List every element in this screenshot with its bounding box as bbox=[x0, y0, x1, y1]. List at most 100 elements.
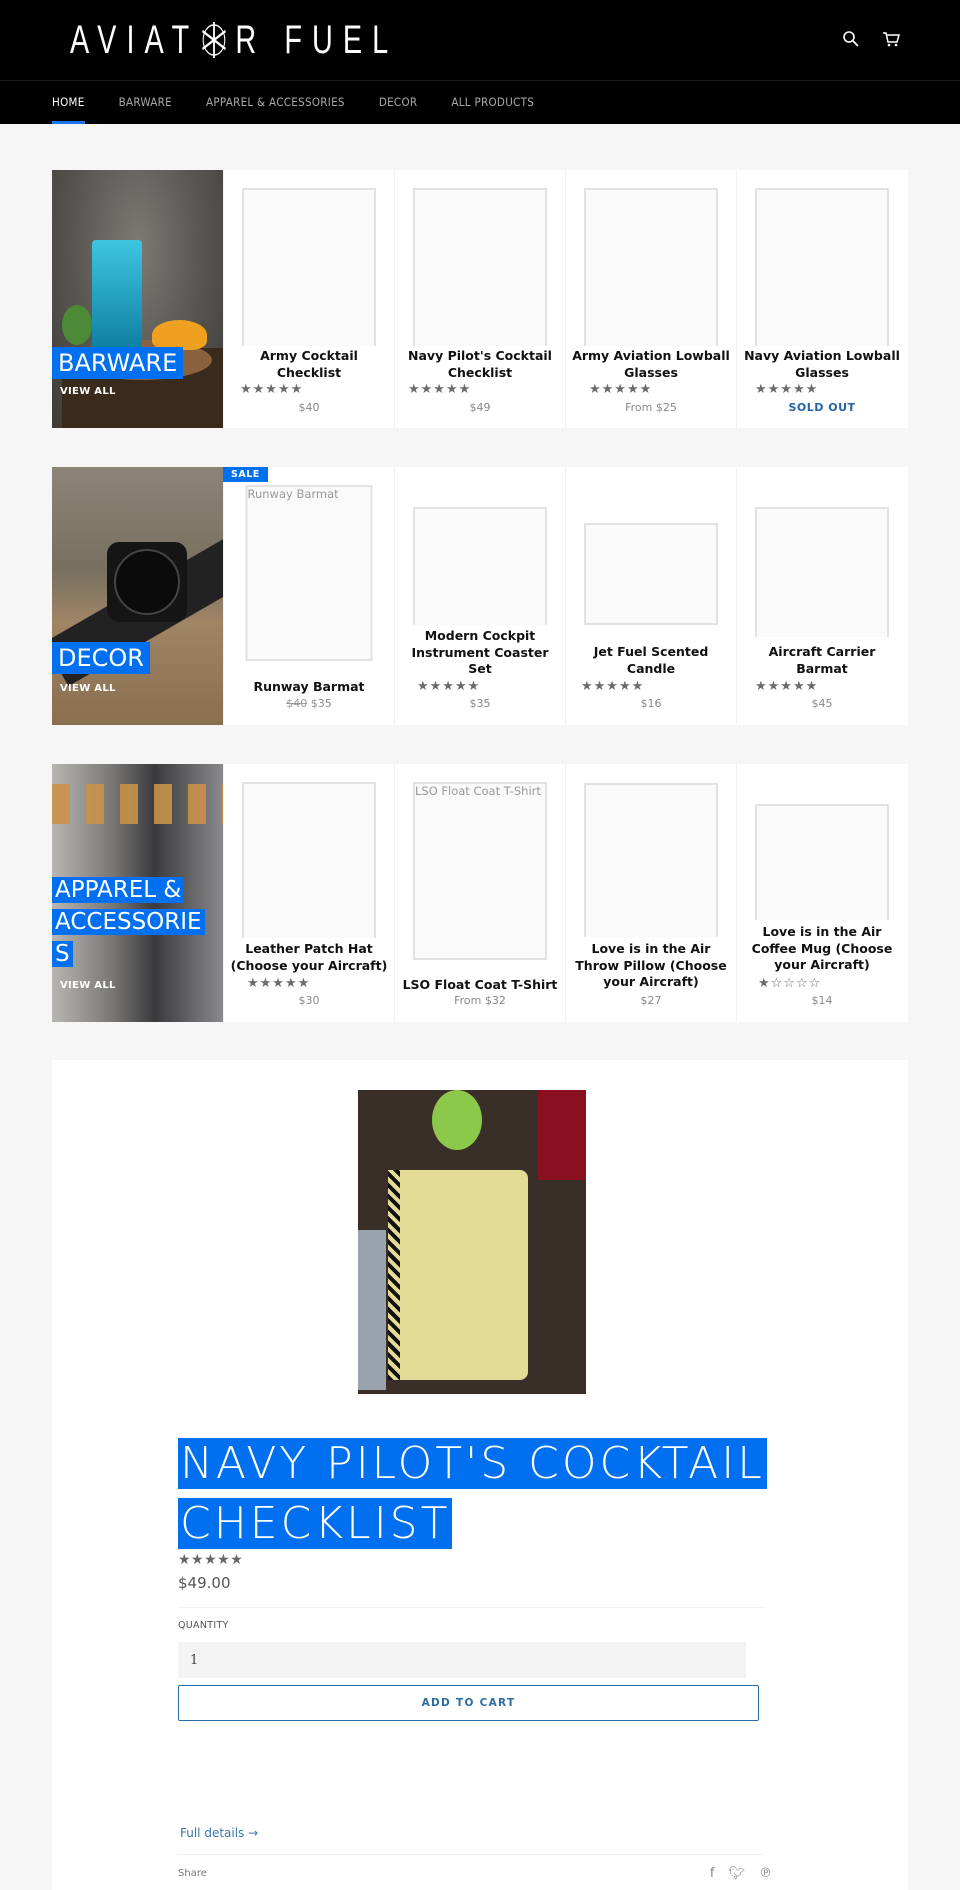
view-all-link[interactable]: VIEW ALL bbox=[60, 386, 116, 397]
product-card[interactable]: Love is in the Air Coffee Mug (Choose yo… bbox=[736, 764, 907, 1022]
product-image[interactable]: LSO Float Coat T-Shirt bbox=[413, 782, 547, 960]
collection-row-barware: BARWARE VIEW ALL Army Cocktail Checklist… bbox=[52, 170, 908, 428]
add-to-cart-button[interactable]: ADD TO CART bbox=[178, 1685, 759, 1721]
product-name[interactable]: Army Cocktail Checklist bbox=[228, 348, 390, 381]
product-title-text: NAVY PILOT'S COCKTAIL CHECKLIST bbox=[178, 1438, 767, 1549]
product-name[interactable]: Modern Cockpit Instrument Coaster Set bbox=[399, 628, 561, 678]
star-rating: ★★★★★ bbox=[247, 976, 311, 991]
product-price: From $32 bbox=[454, 994, 506, 1007]
product-image[interactable]: Runway Barmat bbox=[245, 485, 373, 661]
view-all-link[interactable]: VIEW ALL bbox=[60, 980, 116, 991]
product-image[interactable] bbox=[584, 783, 718, 937]
collection-feature-barware[interactable]: BARWARE VIEW ALL bbox=[52, 170, 223, 428]
product-price: $40 bbox=[298, 401, 320, 414]
collection-feature-decor[interactable]: DECOR VIEW ALL bbox=[52, 467, 223, 725]
product-price: $45 bbox=[811, 697, 833, 710]
collection-title-text: APPAREL & ACCESSORIES bbox=[52, 877, 205, 967]
product-card[interactable]: Army Cocktail Checklist ★★★★★ $40 bbox=[223, 170, 394, 428]
product-card[interactable]: Navy Pilot's Cocktail Checklist ★★★★★ $4… bbox=[394, 170, 565, 428]
facebook-icon[interactable]: f bbox=[710, 1866, 715, 1881]
product-card[interactable]: Modern Cockpit Instrument Coaster Set ★★… bbox=[394, 467, 565, 725]
product-price: $35 bbox=[469, 697, 491, 710]
product-card[interactable]: Jet Fuel Scented Candle ★★★★★ $16 bbox=[565, 467, 736, 725]
product-image[interactable] bbox=[413, 507, 547, 625]
search-icon[interactable] bbox=[842, 30, 860, 48]
sale-badge: SALE bbox=[223, 467, 268, 482]
collection-title[interactable]: APPAREL & ACCESSORIES bbox=[52, 874, 205, 970]
nav-item-home[interactable]: HOME bbox=[52, 80, 85, 124]
product-price: $14 bbox=[811, 994, 833, 1007]
cart-icon[interactable] bbox=[882, 30, 900, 48]
product-name[interactable]: LSO Float Coat T-Shirt bbox=[399, 977, 561, 994]
site-header: AVIAT R FUEL HOME BARWARE APPAREL & ACCES… bbox=[0, 0, 960, 124]
star-rating: ★★★★★ bbox=[755, 679, 819, 694]
quantity-label: QUANTITY bbox=[178, 1620, 229, 1631]
star-rating: ★★★★★ bbox=[178, 1552, 244, 1568]
divider bbox=[178, 1607, 764, 1608]
product-name[interactable]: Army Aviation Lowball Glasses bbox=[570, 348, 732, 381]
full-details-link[interactable]: Full details → bbox=[180, 1826, 258, 1840]
product-card[interactable]: LSO Float Coat T-Shirt LSO Float Coat T-… bbox=[394, 764, 565, 1022]
twitter-icon[interactable]: 🐦︎ bbox=[728, 1866, 745, 1881]
product-price: $40 $35 bbox=[224, 697, 394, 710]
collection-title[interactable]: DECOR bbox=[52, 642, 150, 674]
product-image[interactable] bbox=[413, 188, 547, 346]
product-image[interactable] bbox=[755, 188, 889, 346]
product-name[interactable]: Love is in the Air Throw Pillow (Choose … bbox=[570, 941, 732, 991]
logo-text-left: AVIAT bbox=[70, 17, 200, 62]
product-name[interactable]: Aircraft Carrier Barmat bbox=[741, 644, 903, 677]
sold-out-label: SOLD OUT bbox=[788, 401, 856, 414]
site-logo[interactable]: AVIAT R FUEL bbox=[70, 18, 398, 62]
quantity-input[interactable] bbox=[178, 1642, 746, 1678]
nav-item-decor[interactable]: DECOR bbox=[379, 80, 418, 124]
product-price: $27 bbox=[640, 994, 662, 1007]
main-nav: HOME BARWARE APPAREL & ACCESSORIES DECOR… bbox=[52, 80, 534, 124]
social-share: f 🐦︎ ℗ bbox=[710, 1866, 772, 1881]
product-name[interactable]: Love is in the Air Coffee Mug (Choose yo… bbox=[741, 924, 903, 974]
product-card[interactable]: Leather Patch Hat (Choose your Aircraft)… bbox=[223, 764, 394, 1022]
product-name[interactable]: Runway Barmat bbox=[228, 679, 390, 696]
compare-price: $40 bbox=[286, 697, 308, 710]
product-card[interactable]: SALE Runway Barmat Runway Barmat $40 $35 bbox=[223, 467, 394, 725]
logo-text-right: R FUEL bbox=[235, 17, 399, 62]
product-title: NAVY PILOT'S COCKTAIL CHECKLIST bbox=[178, 1434, 778, 1554]
product-card[interactable]: Navy Aviation Lowball Glasses ★★★★★ SOLD… bbox=[736, 170, 907, 428]
nav-item-apparel-accessories[interactable]: APPAREL & ACCESSORIES bbox=[206, 80, 345, 124]
product-image[interactable] bbox=[755, 507, 889, 637]
pinterest-icon[interactable]: ℗ bbox=[759, 1866, 772, 1881]
collection-feature-apparel[interactable]: APPAREL & ACCESSORIES VIEW ALL bbox=[52, 764, 223, 1022]
star-rating: ★★★★★ bbox=[589, 382, 653, 397]
collection-row-apparel: APPAREL & ACCESSORIES VIEW ALL Leather P… bbox=[52, 764, 908, 1022]
product-price: From $25 bbox=[625, 401, 677, 414]
collection-title[interactable]: BARWARE bbox=[52, 347, 184, 379]
product-image[interactable] bbox=[584, 188, 718, 346]
product-price: $49 bbox=[469, 401, 491, 414]
product-card[interactable]: Love is in the Air Throw Pillow (Choose … bbox=[565, 764, 736, 1022]
product-image[interactable] bbox=[584, 523, 718, 625]
view-all-link[interactable]: VIEW ALL bbox=[60, 683, 116, 694]
product-name[interactable]: Navy Aviation Lowball Glasses bbox=[741, 348, 903, 381]
star-rating: ★☆☆☆☆ bbox=[758, 976, 822, 991]
star-rating: ★★★★★ bbox=[408, 382, 472, 397]
product-name[interactable]: Leather Patch Hat (Choose your Aircraft) bbox=[228, 941, 390, 974]
featured-product: NAVY PILOT'S COCKTAIL CHECKLIST ★★★★★ $4… bbox=[52, 1060, 908, 1890]
product-name[interactable]: Navy Pilot's Cocktail Checklist bbox=[399, 348, 561, 381]
logo-compass-icon bbox=[201, 22, 226, 58]
featured-product-image[interactable] bbox=[358, 1090, 586, 1394]
sale-price: $35 bbox=[310, 697, 332, 710]
product-card[interactable]: Army Aviation Lowball Glasses ★★★★★ From… bbox=[565, 170, 736, 428]
product-card[interactable]: Aircraft Carrier Barmat ★★★★★ $45 bbox=[736, 467, 907, 725]
product-name[interactable]: Jet Fuel Scented Candle bbox=[570, 644, 732, 677]
star-rating: ★★★★★ bbox=[581, 679, 645, 694]
product-image[interactable] bbox=[242, 188, 376, 346]
nav-item-barware[interactable]: BARWARE bbox=[119, 80, 172, 124]
nav-item-all-products[interactable]: ALL PRODUCTS bbox=[451, 80, 534, 124]
product-image[interactable] bbox=[242, 782, 376, 938]
product-image[interactable] bbox=[755, 804, 889, 920]
star-rating: ★★★★★ bbox=[240, 382, 304, 397]
star-rating: ★★★★★ bbox=[417, 679, 481, 694]
collection-row-decor: DECOR VIEW ALL SALE Runway Barmat Runway… bbox=[52, 467, 908, 725]
share-label: Share bbox=[178, 1868, 207, 1879]
star-rating: ★★★★★ bbox=[755, 382, 819, 397]
product-price: $30 bbox=[298, 994, 320, 1007]
